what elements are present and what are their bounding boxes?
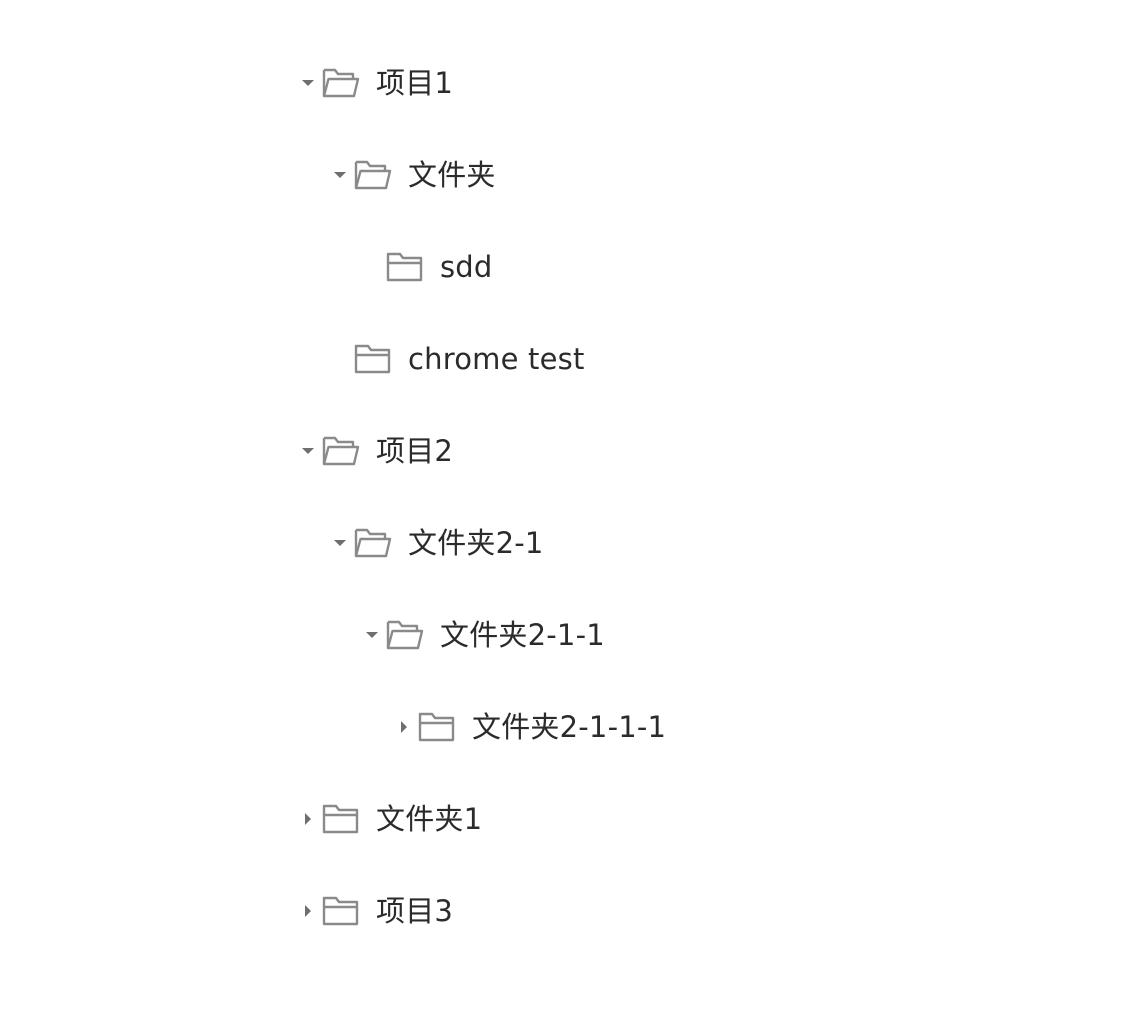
tree-node-folder-2-1-1-1[interactable]: 文件夹2-1-1-1: [396, 705, 666, 749]
folder-icon: [386, 245, 424, 289]
folder-open-icon: [354, 521, 392, 565]
tree-node-folder-2-1[interactable]: 文件夹2-1: [332, 521, 544, 565]
tree-node-project-2[interactable]: 项目2: [300, 429, 453, 473]
folder-icon: [418, 705, 456, 749]
folder-icon: [322, 797, 360, 841]
tree-node-label: 项目1: [376, 66, 454, 100]
folder-icon: [354, 337, 392, 381]
caret-right-icon[interactable]: [300, 889, 316, 933]
tree-node-label: 项目2: [376, 434, 454, 468]
folder-open-icon: [322, 429, 360, 473]
tree-node-sdd[interactable]: sdd: [364, 245, 493, 289]
tree-node-folder-2-1-1[interactable]: 文件夹2-1-1: [364, 613, 605, 657]
folder-icon: [322, 889, 360, 933]
folder-open-icon: [322, 61, 360, 105]
folder-open-icon: [386, 613, 424, 657]
tree-node-label: chrome test: [408, 342, 585, 376]
caret-down-icon[interactable]: [300, 429, 316, 473]
tree-node-label: 文件夹1: [376, 802, 483, 836]
tree-node-project-3[interactable]: 项目3: [300, 889, 453, 933]
tree-node-folder[interactable]: 文件夹: [332, 153, 496, 197]
tree-node-label: 文件夹: [408, 158, 496, 192]
folder-open-icon: [354, 153, 392, 197]
tree-node-label: 文件夹2-1-1-1: [472, 710, 667, 744]
tree-node-project-1[interactable]: 项目1: [300, 61, 453, 105]
caret-down-icon[interactable]: [364, 613, 380, 657]
tree-node-chrome-test[interactable]: chrome test: [332, 337, 585, 381]
tree-node-folder-1[interactable]: 文件夹1: [300, 797, 482, 841]
tree-node-label: 项目3: [376, 894, 454, 928]
folder-tree: 项目1 文件夹 sdd chrome test 项目2 文件夹2-1 文件夹2-…: [0, 0, 1148, 1016]
caret-right-icon[interactable]: [300, 797, 316, 841]
tree-node-label: 文件夹2-1: [408, 526, 544, 560]
caret-down-icon[interactable]: [300, 61, 316, 105]
caret-down-icon[interactable]: [332, 521, 348, 565]
tree-node-label: 文件夹2-1-1: [440, 618, 605, 652]
tree-node-label: sdd: [440, 250, 493, 284]
caret-right-icon[interactable]: [396, 705, 412, 749]
caret-down-icon[interactable]: [332, 153, 348, 197]
